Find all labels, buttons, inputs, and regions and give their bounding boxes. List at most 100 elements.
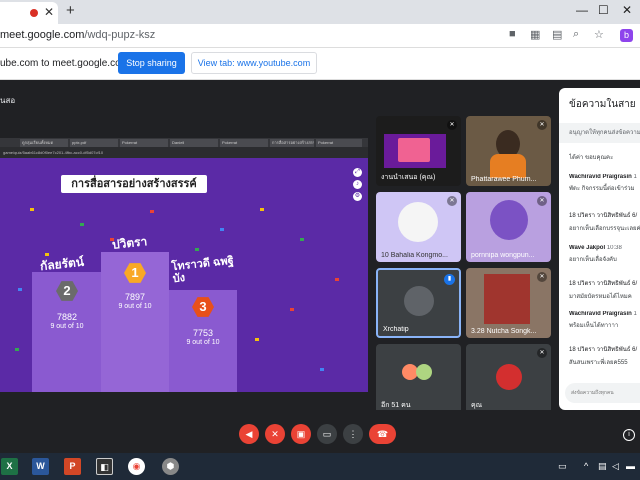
chat-message: 18 ปวิตรา วานิสิทธิพันธ์ 6/ อยากเห็นเลือ… (569, 213, 640, 232)
close-window-icon[interactable]: ✕ (622, 3, 632, 17)
close-tab-icon[interactable]: ✕ (44, 5, 54, 19)
confetti (320, 368, 324, 371)
participant-avatar (404, 286, 434, 316)
participant-name: 3.28 Nutcha Songk... (471, 328, 537, 335)
volume-icon[interactable]: ◁ (612, 461, 619, 472)
address-bar[interactable]: meet.google.com/wdq-pupz-ksz ■ ▦ ▤ ⌕ ☆ b (0, 24, 640, 48)
chat-panel: ข้อความในสาย อนุญาตให้ทุกคนส่งข้อความ ได… (559, 88, 640, 410)
mic-off-button[interactable]: ✕ (265, 424, 285, 444)
podium-score-3: 7753 (192, 328, 214, 338)
mic-off-icon: ✕ (537, 348, 547, 358)
app-icon[interactable]: ◧ (96, 458, 113, 475)
thumbnail-art (398, 138, 430, 162)
chat-input[interactable] (565, 383, 640, 403)
app-shield-icon[interactable]: ⬢ (162, 458, 179, 475)
keyboard-icon[interactable]: ▭ (558, 461, 567, 472)
minimize-icon[interactable]: — (576, 3, 588, 17)
screen-sharing-bar: ube.com to meet.google.com Stop sharing … (0, 48, 640, 80)
word-icon[interactable]: W (32, 458, 49, 475)
shared-tab: pptx.pdf (70, 139, 118, 147)
powerpoint-icon[interactable]: P (64, 458, 81, 475)
participant-avatar (398, 202, 438, 242)
notifications-icon[interactable]: ▬ (626, 461, 635, 471)
presenting-label: นสอ (0, 96, 16, 105)
profile-avatar[interactable]: b (620, 29, 633, 42)
speaking-indicator-icon: ▮ (444, 274, 455, 285)
present-button[interactable]: ▭ (317, 424, 337, 444)
confetti (195, 248, 199, 251)
sharing-message: ube.com to meet.google.com (0, 58, 129, 69)
podium-second: 2 7882 9 out of 10 (32, 272, 102, 392)
confetti (255, 338, 259, 341)
more-participants-tile[interactable]: อีก 51 คน (376, 344, 461, 414)
meeting-info-icon[interactable]: i (623, 429, 635, 441)
network-icon[interactable]: ▤ (598, 461, 607, 472)
camera-off-button[interactable]: ▣ (291, 424, 311, 444)
allow-messages-toggle[interactable]: อนุญาตให้ทุกคนส่งข้อความ (559, 123, 640, 143)
zoom-icon[interactable]: ⌕ (573, 28, 579, 41)
podium-score-2: 7882 (56, 312, 78, 322)
participant-tile[interactable]: ✕ Phattarawee Phum... (466, 116, 551, 186)
participant-name: pornnipa wongpun... (471, 252, 535, 259)
podium-score-1: 7897 (124, 292, 146, 302)
confetti (30, 208, 34, 211)
participant-tile[interactable]: ✕ pornnipa wongpun... (466, 192, 551, 262)
new-tab-icon[interactable]: + (66, 2, 75, 19)
shared-tab: การสื่อสารอย่างสร้างสรรค์ (270, 139, 314, 147)
confetti (260, 208, 264, 211)
leave-call-button[interactable]: ☎ (369, 424, 396, 444)
tray-arrow-icon[interactable]: ^ (584, 461, 588, 471)
chat-message: Wachiravid Praigrasin 1 พร้อมเห็นได้ทาาา… (569, 311, 637, 329)
more-options-button[interactable]: ⋮ (343, 424, 363, 444)
participant-tile-presentation[interactable]: ✕ งานนำเสนอ (คุณ) (376, 116, 461, 186)
participant-tile[interactable]: ✕ 10 Bahalia Kongmo... (376, 192, 461, 262)
rank-badge-1: 1 (124, 263, 146, 283)
chrome-icon[interactable]: ◉ (128, 458, 145, 475)
podium-third: 3 7753 9 out of 10 (169, 290, 237, 392)
browser-tab-strip: ✕ + — ☐ ✕ (0, 0, 640, 24)
confetti (150, 210, 154, 213)
fullscreen-icon: ⤢ (353, 168, 362, 177)
shared-screen: ดูกลุ่มเรียนทั้งหมด pptx.pdf Pokerrat Da… (0, 138, 368, 392)
confetti (15, 348, 19, 351)
self-tile[interactable]: ✕ คุณ (466, 344, 551, 414)
rank-badge-3: 3 (192, 297, 214, 317)
participant-name: Phattarawee Phum... (471, 176, 537, 183)
participant-video (484, 274, 530, 324)
participant-tile-active[interactable]: ▮ Xrchatip (376, 268, 461, 338)
view-tab-button[interactable]: View tab: www.youtube.com (191, 52, 317, 74)
shared-tab: Pokerrat (316, 139, 362, 147)
browser-tab-meet[interactable]: ✕ (0, 2, 58, 24)
shared-tab: ดูกลุ่มเรียนทั้งหมด (20, 139, 68, 147)
excel-icon[interactable]: X (1, 458, 18, 475)
rank-badge-2: 2 (56, 281, 78, 301)
bookmark-star-icon[interactable]: ☆ (594, 28, 604, 41)
mic-off-icon: ✕ (537, 120, 547, 130)
chat-message: 18 ปวิตรา วานิสิทธิพันธ์ 6/ มาสมัยบัตรหม… (569, 281, 638, 300)
chat-message: ได้ค่า ขอบคุณคะ (569, 155, 614, 161)
sound-icon: ♪ (353, 180, 362, 189)
presentation-thumbnail (384, 134, 446, 168)
settings-gear-icon: ⚙ (353, 192, 362, 201)
shared-tab: Pokerrat (120, 139, 168, 147)
confetti (220, 228, 224, 231)
participant-tile[interactable]: ✕ 3.28 Nutcha Songk... (466, 268, 551, 338)
participant-name: 10 Bahalia Kongmo... (381, 252, 448, 259)
speaker-off-button[interactable]: ◀ (239, 424, 259, 444)
windows-taskbar: X W P ◧ ◉ ⬢ ▭ ^ ▤ ◁ ▬ (0, 453, 640, 480)
translate-icon[interactable]: ▤ (552, 28, 562, 41)
url-text[interactable]: meet.google.com/wdq-pupz-ksz (0, 29, 155, 41)
qr-code-icon[interactable]: ▦ (530, 28, 540, 41)
shared-browser-tabs: ดูกลุ่มเรียนทั้งหมด pptx.pdf Pokerrat Da… (0, 138, 368, 147)
camera-blocked-icon[interactable]: ■ (509, 28, 516, 40)
participant-avatar (416, 364, 432, 380)
podium-name-3: โทราวดี ฉพฐิ บัง (170, 254, 235, 286)
self-avatar (496, 364, 522, 390)
mic-off-icon: ✕ (447, 196, 457, 206)
chat-title: ข้อความในสาย (569, 99, 636, 110)
shared-tab: Pokerrat (220, 139, 268, 147)
stop-sharing-button[interactable]: Stop sharing (118, 52, 185, 74)
participant-shirt (490, 154, 526, 178)
maximize-icon[interactable]: ☐ (598, 3, 609, 17)
shared-tab: Daniell (170, 139, 218, 147)
